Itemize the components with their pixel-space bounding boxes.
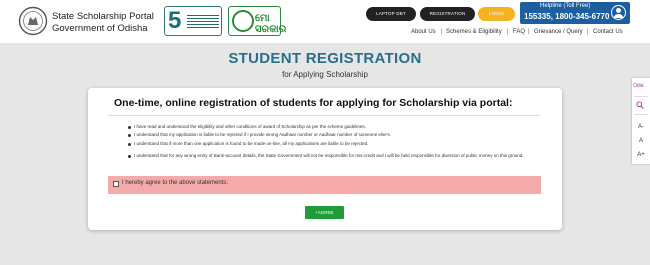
5t-logo-lines xyxy=(187,15,219,29)
registration-button[interactable]: REGISTRATION xyxy=(420,7,475,21)
statement-item: I understand that my application is liab… xyxy=(134,132,392,137)
login-button[interactable]: LOGIN xyxy=(478,7,515,21)
agree-button[interactable]: I AGREE xyxy=(305,206,344,219)
nav-grievance-query[interactable]: Grievance / Query xyxy=(534,29,583,35)
5t-logo-number: 5 xyxy=(168,7,182,34)
nav-contact-us[interactable]: Contact Us xyxy=(593,29,623,35)
mo-sarkar-logo: ମୋ ସରକାର xyxy=(228,6,286,36)
side-divider xyxy=(634,114,648,115)
portal-title: State Scholarship Portal xyxy=(52,11,154,22)
font-increase-button[interactable]: A+ xyxy=(632,152,650,158)
portal-subtitle: Government of Odisha xyxy=(52,23,148,34)
bullet-icon xyxy=(128,143,131,146)
card-heading: One-time, online registration of student… xyxy=(114,97,513,109)
helpline-label: Helpline (Toll Free) xyxy=(540,3,591,9)
statement-item: I understand that for any wrong entry of… xyxy=(134,153,524,158)
font-decrease-button[interactable]: A- xyxy=(632,124,650,130)
laptop-dbt-button[interactable]: LAPTOP DBT xyxy=(366,7,416,21)
nav-separator: | xyxy=(441,29,443,35)
agree-checkbox[interactable] xyxy=(113,181,119,187)
nav-schemes-eligibility[interactable]: Schemes & Eligibility xyxy=(446,29,502,35)
agree-label[interactable]: I hereby agree to the above statements: xyxy=(122,180,228,186)
search-icon[interactable] xyxy=(636,101,644,109)
side-divider xyxy=(634,96,648,97)
bullet-icon xyxy=(128,155,131,158)
page-subtitle: for Applying Scholarship xyxy=(282,70,368,79)
odisha-emblem-icon xyxy=(18,6,48,36)
statement-item: I have read and understood the eligibili… xyxy=(134,124,366,129)
helpline-box: Helpline (Toll Free) 155335, 1800-345-67… xyxy=(520,2,630,24)
nav-faq[interactable]: FAQ xyxy=(513,29,525,35)
nav-separator: | xyxy=(507,29,509,35)
page-title: STUDENT REGISTRATION xyxy=(228,50,422,67)
mo-sarkar-text: ମୋ ସରକାର xyxy=(255,13,287,35)
nav-separator: | xyxy=(528,29,530,35)
helpline-numbers: 155335, 1800-345-6770 xyxy=(524,12,610,21)
font-normal-button[interactable]: A xyxy=(632,138,650,144)
statement-item: I understand that if more than one appli… xyxy=(134,141,369,146)
mo-sarkar-ring-icon xyxy=(232,10,254,32)
bullet-icon xyxy=(128,126,131,129)
5t-logo: 5 xyxy=(164,6,222,36)
bullet-icon xyxy=(128,134,131,137)
language-odia-button[interactable]: Odia xyxy=(633,83,644,89)
user-icon[interactable] xyxy=(611,5,626,20)
card-divider xyxy=(108,115,540,116)
nav-separator: | xyxy=(587,29,589,35)
nav-about-us[interactable]: About Us xyxy=(411,29,436,35)
